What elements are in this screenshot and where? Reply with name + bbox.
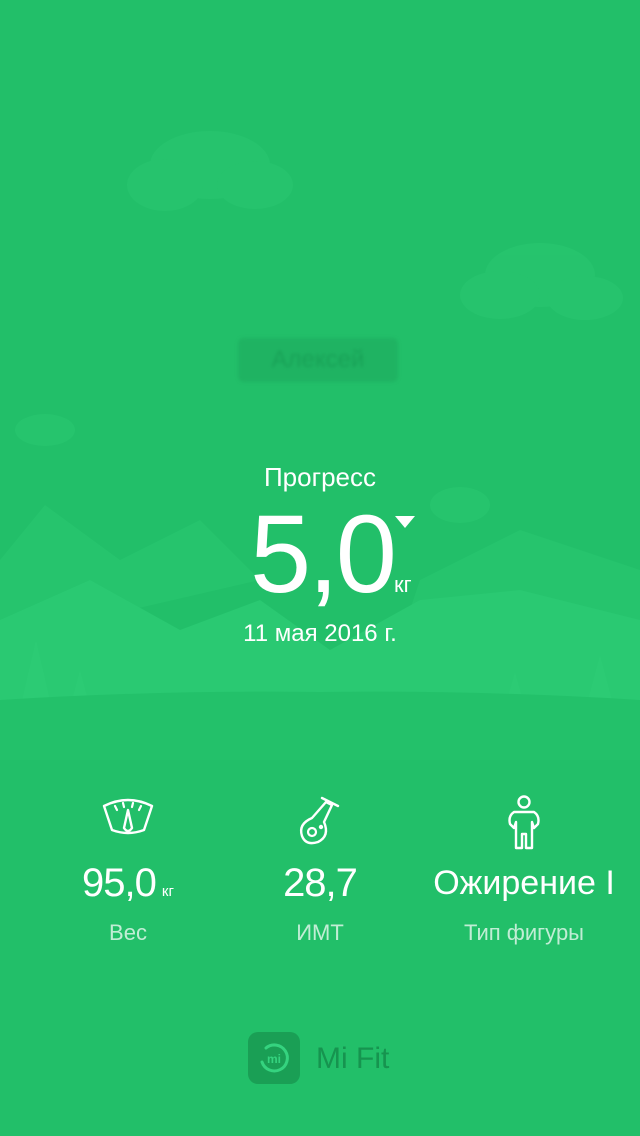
- weight-label: Вес: [109, 920, 147, 945]
- stat-body-type[interactable]: Ожирение I Тип фигуры: [414, 792, 634, 946]
- bmi-value: 28,7: [283, 861, 358, 905]
- mi-logo-icon: mi: [248, 1032, 300, 1084]
- progress-label: Прогресс: [263, 462, 376, 492]
- app-name: Mi Fit: [316, 1042, 390, 1075]
- scale-icon: [102, 798, 154, 835]
- app-branding: mi Mi Fit: [248, 1032, 448, 1084]
- progress-value: 5,0: [250, 493, 397, 616]
- progress-date: 11 мая 2016 г.: [243, 620, 397, 647]
- triangle-down-icon: [395, 516, 415, 528]
- person-icon: [508, 795, 540, 850]
- username-badge[interactable]: Алексей: [238, 338, 398, 382]
- bmi-label: ИМТ: [296, 920, 344, 945]
- weight-unit: кг: [161, 883, 174, 900]
- mi-fit-screen: Алексей Прогресс 5,0 кг 11 мая 2016 г. 9…: [0, 0, 640, 1136]
- progress-unit: кг: [394, 572, 412, 597]
- body-type-label: Тип фигуры: [463, 920, 584, 945]
- flask-icon: [299, 796, 340, 845]
- svg-text:mi: mi: [267, 1052, 281, 1066]
- weight-value: 95,0: [82, 861, 157, 905]
- body-type-value: Ожирение I: [433, 864, 615, 902]
- stat-weight[interactable]: 95,0 кг Вес: [18, 792, 238, 946]
- stat-bmi[interactable]: 28,7 ИМТ: [210, 792, 430, 946]
